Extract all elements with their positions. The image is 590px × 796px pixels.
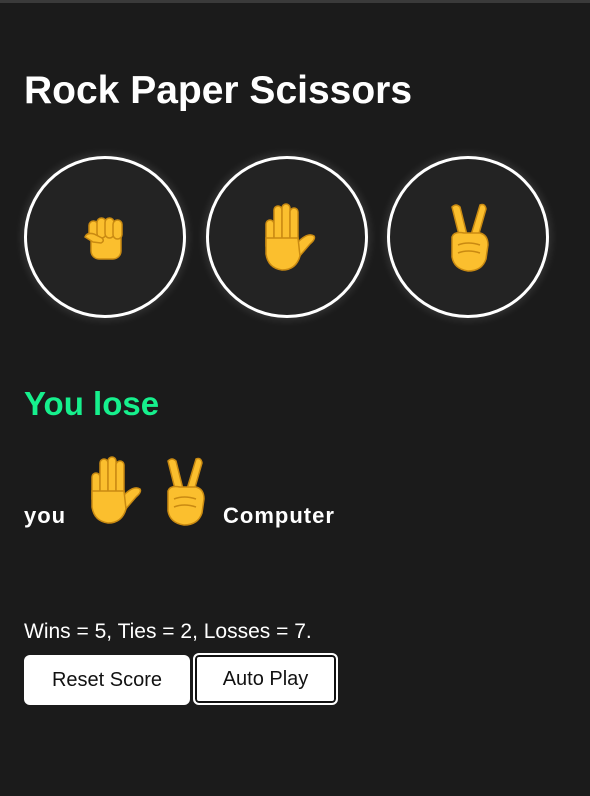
raised-hand-icon [209, 159, 365, 315]
scissors-button[interactable] [387, 156, 549, 318]
rock-button[interactable] [24, 156, 186, 318]
page-title: Rock Paper Scissors [24, 69, 413, 112]
raised-hand-icon [80, 455, 146, 530]
victory-hand-icon [390, 159, 546, 315]
reset-score-button[interactable]: Reset Score [24, 655, 190, 705]
fist-icon [27, 159, 183, 315]
computer-label: Computer [223, 503, 335, 528]
auto-play-button[interactable]: Auto Play [193, 653, 338, 705]
window-top-border [0, 0, 590, 3]
victory-hand-icon [156, 455, 212, 532]
paper-button[interactable] [206, 156, 368, 318]
player-label: you [24, 503, 67, 528]
result-text: You lose [24, 385, 160, 422]
score-text: Wins = 5, Ties = 2, Losses = 7. [24, 620, 312, 643]
